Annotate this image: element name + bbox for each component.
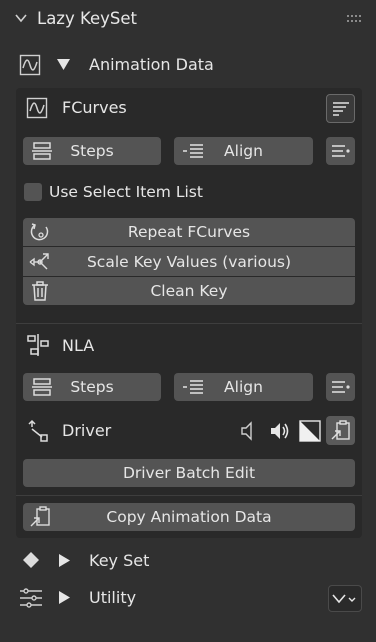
section-divider	[16, 323, 362, 324]
diamond-icon	[23, 552, 39, 568]
repeat-fcurves-label: Repeat FCurves	[127, 223, 251, 241]
graph-curve-icon	[19, 54, 41, 76]
scale-key-values-label: Scale Key Values (various)	[86, 252, 292, 271]
repeat-fcurves-button[interactable]: Repeat FCurves	[23, 218, 355, 246]
driver-batch-edit-label: Driver Batch Edit	[122, 464, 256, 482]
utility-label: Utility	[89, 588, 137, 607]
steps-icon	[32, 378, 52, 396]
speaker-mute-icon[interactable]	[240, 421, 256, 441]
clean-key-button[interactable]: Clean Key	[23, 277, 355, 305]
chevron-down-icon[interactable]	[14, 11, 28, 25]
list-menu-icon	[331, 145, 350, 157]
fcurves-label: FCurves	[62, 98, 127, 117]
repeat-icon	[30, 223, 49, 241]
sort-button[interactable]	[326, 94, 355, 123]
speaker-on-icon[interactable]	[269, 420, 291, 442]
animation-data-label: Animation Data	[89, 55, 214, 74]
drag-grip-icon[interactable]	[347, 15, 363, 23]
driver-icon	[28, 419, 48, 442]
paste-icon	[30, 506, 50, 527]
scale-icon	[29, 252, 49, 269]
graph-curve-icon	[26, 97, 48, 119]
panel-title: Lazy KeySet	[37, 9, 137, 28]
nla-icon	[27, 334, 49, 356]
use-select-item-list-label[interactable]: Use Select Item List	[49, 183, 203, 201]
triangle-down-icon[interactable]	[57, 59, 70, 71]
scale-key-values-button[interactable]: Scale Key Values (various)	[23, 247, 355, 276]
panel-header[interactable]: Lazy KeySet	[0, 0, 376, 38]
steps-label: Steps	[70, 142, 114, 160]
nla-label: NLA	[62, 336, 95, 355]
contrast-icon[interactable]	[299, 420, 321, 442]
fcurves-align-button[interactable]: Align	[174, 137, 313, 165]
sliders-icon	[20, 588, 42, 608]
copy-animation-data-button[interactable]: Copy Animation Data	[23, 503, 355, 531]
align-label: Align	[224, 142, 263, 160]
nla-list-menu-button[interactable]	[326, 373, 355, 401]
fcurves-list-menu-button[interactable]	[326, 137, 355, 165]
clean-key-label: Clean Key	[150, 282, 228, 300]
align-list-icon	[183, 144, 203, 158]
steps-label: Steps	[70, 378, 114, 396]
fcurves-steps-button[interactable]: Steps	[23, 137, 161, 165]
driver-batch-edit-button[interactable]: Driver Batch Edit	[23, 459, 355, 487]
paste-icon	[331, 420, 350, 440]
use-select-item-list-checkbox[interactable]	[24, 183, 42, 201]
triangle-right-icon[interactable]	[59, 591, 70, 604]
list-menu-icon	[331, 381, 350, 393]
utility-dropdown-button[interactable]	[328, 585, 362, 612]
align-label: Align	[224, 378, 263, 396]
nla-align-button[interactable]: Align	[174, 373, 313, 401]
sort-lines-icon	[333, 102, 349, 116]
steps-icon	[32, 142, 52, 160]
driver-label: Driver	[62, 421, 112, 440]
trash-icon	[32, 281, 48, 301]
nla-steps-button[interactable]: Steps	[23, 373, 161, 401]
align-list-icon	[183, 380, 203, 394]
paste-toggle-button[interactable]	[326, 416, 355, 445]
dropdown-chevron-icon	[332, 594, 356, 604]
key-set-label: Key Set	[89, 551, 150, 570]
triangle-right-icon[interactable]	[59, 554, 70, 567]
section-divider	[16, 495, 362, 496]
copy-animation-data-label: Copy Animation Data	[106, 508, 272, 526]
